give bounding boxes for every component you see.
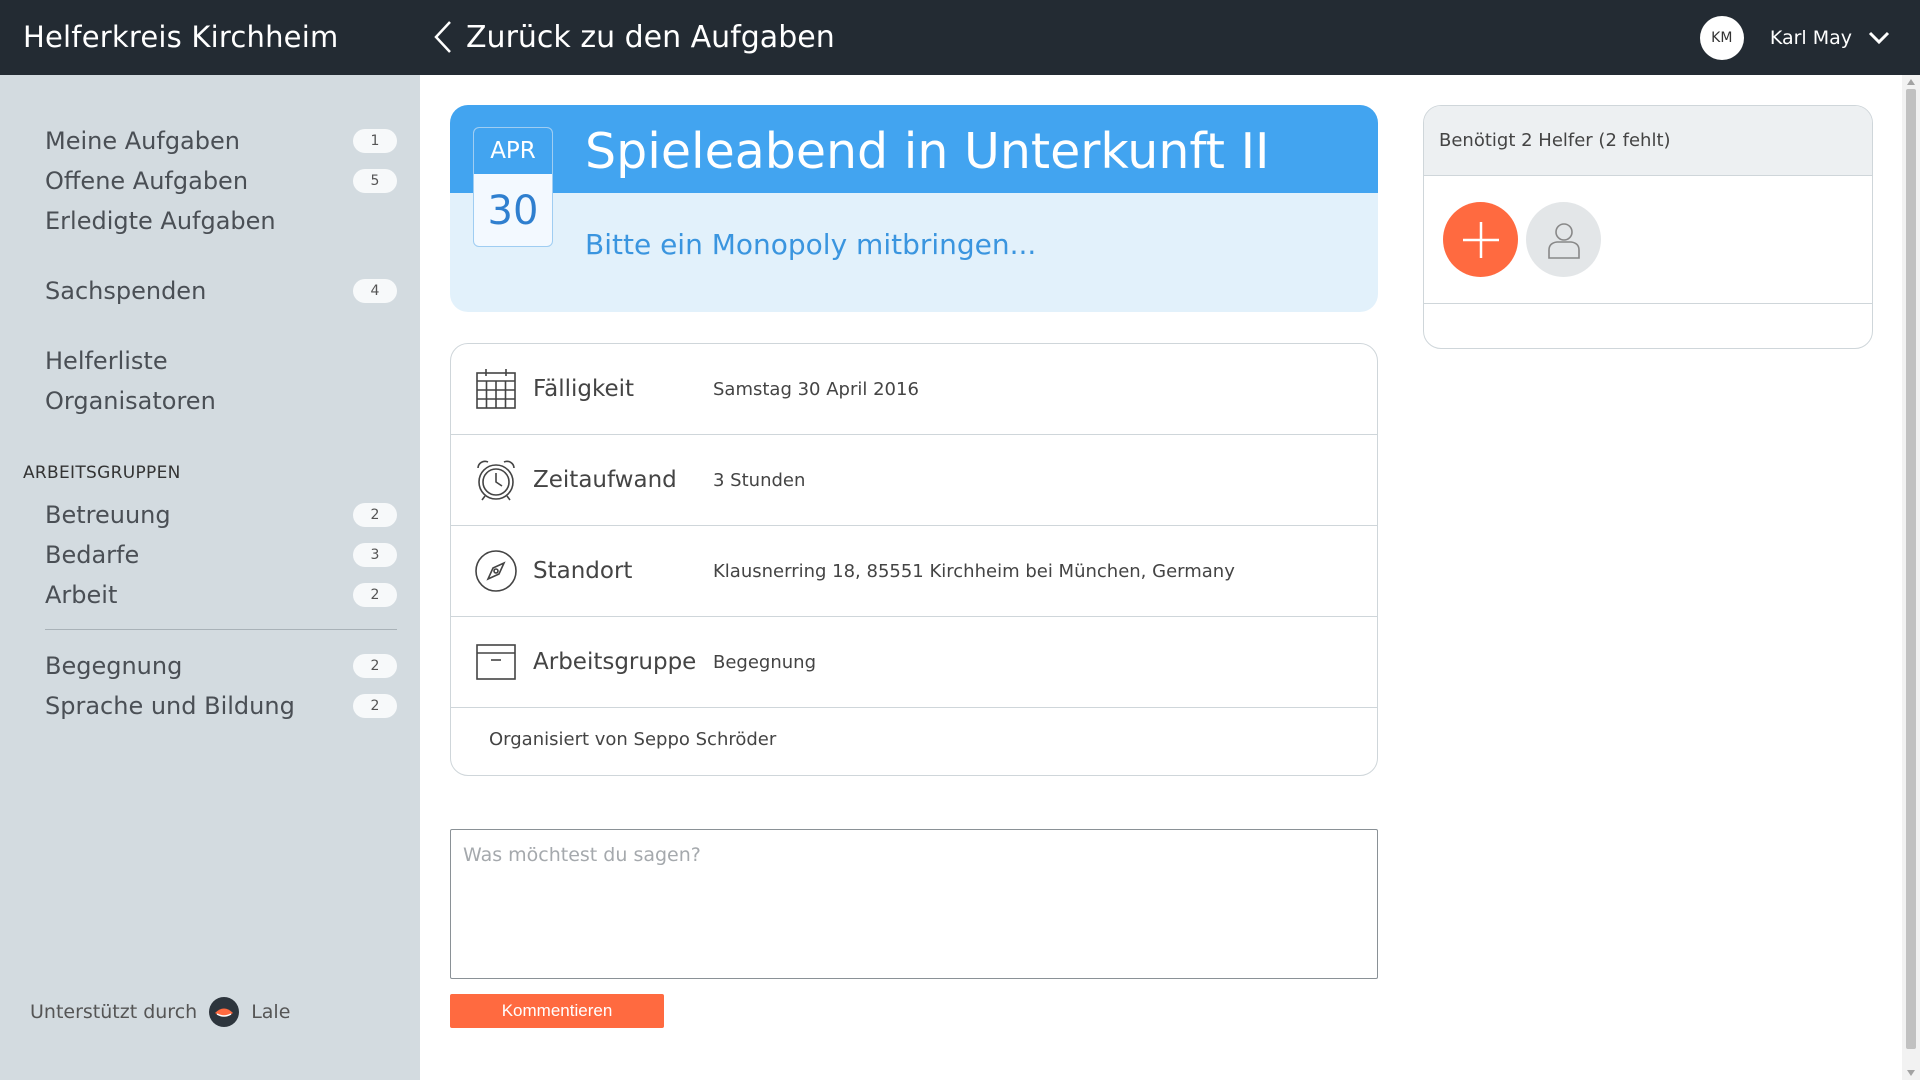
sidebar-item-begegnung[interactable]: Begegnung 2 <box>45 648 397 684</box>
count-badge: 1 <box>353 129 397 153</box>
powered-by-brand: Lale <box>251 1001 291 1023</box>
detail-label: Arbeitsgruppe <box>533 649 697 675</box>
task-description: Bitte ein Monopoly mitbringen... <box>585 228 1037 261</box>
chevron-left-icon <box>434 21 451 53</box>
date-tile: APR 30 <box>473 127 553 247</box>
user-name: Karl May <box>1769 27 1852 49</box>
page-scrollbar[interactable] <box>1902 75 1920 1080</box>
helpers-heading: Benötigt 2 Helfer (2 fehlt) <box>1424 106 1872 176</box>
detail-row-faelligkeit: Fälligkeit Samstag 30 April 2016 <box>451 344 1377 435</box>
count-badge: 4 <box>353 279 397 303</box>
organized-by: Organisiert von Seppo Schröder <box>489 729 777 750</box>
sidebar-item-label: Organisatoren <box>45 387 216 415</box>
sidebar-item-label: Bedarfe <box>45 541 140 569</box>
sidebar-item-label: Betreuung <box>45 501 171 529</box>
comment-input[interactable] <box>450 829 1378 979</box>
sidebar-item-label: Sachspenden <box>45 277 207 305</box>
count-badge: 2 <box>353 694 397 718</box>
task-header-card: APR 30 Spieleabend in Unterkunft II Bitt… <box>450 105 1378 312</box>
detail-label: Zeitaufwand <box>533 467 677 493</box>
compass-icon <box>474 549 518 593</box>
sidebar-item-bedarfe[interactable]: Bedarfe 3 <box>45 537 397 573</box>
scroll-down-arrow-icon[interactable] <box>1907 1070 1915 1076</box>
count-badge: 5 <box>353 169 397 193</box>
count-badge: 3 <box>353 543 397 567</box>
helpers-panel: Benötigt 2 Helfer (2 fehlt) <box>1423 105 1873 349</box>
task-details-card: Fälligkeit Samstag 30 April 2016 Zeitauf… <box>450 343 1378 776</box>
app-title[interactable]: Helferkreis Kirchheim <box>23 20 338 54</box>
plus-icon <box>1462 221 1499 258</box>
calendar-icon <box>474 367 518 411</box>
detail-value: Samstag 30 April 2016 <box>713 378 919 400</box>
scroll-up-arrow-icon[interactable] <box>1907 79 1915 85</box>
detail-row-standort: Standort Klausnerring 18, 85551 Kirchhei… <box>451 526 1377 617</box>
user-menu[interactable]: KM Karl May <box>1699 16 1890 60</box>
count-badge: 2 <box>353 503 397 527</box>
lale-logo-icon <box>209 997 240 1027</box>
powered-by-text: Unterstützt durch <box>30 1001 198 1023</box>
back-to-tasks-link[interactable]: Zurück zu den Aufgaben <box>432 19 835 55</box>
avatar: KM <box>1699 16 1744 60</box>
sidebar-item-label: Arbeit <box>45 581 118 609</box>
detail-value: 3 Stunden <box>713 469 806 491</box>
sidebar-item-label: Sprache und Bildung <box>45 692 295 720</box>
sidebar-item-sachspenden[interactable]: Sachspenden 4 <box>45 273 397 309</box>
section-title-arbeitsgruppen: ARBEITSGRUPPEN <box>23 463 181 483</box>
add-helper-button[interactable] <box>1443 202 1518 277</box>
task-title: Spieleabend in Unterkunft II <box>585 123 1270 180</box>
archive-box-icon <box>474 640 518 684</box>
date-day: 30 <box>487 188 539 234</box>
chevron-down-icon <box>1868 31 1890 45</box>
sidebar-divider <box>45 629 397 630</box>
sidebar-item-sprache-und-bildung[interactable]: Sprache und Bildung 2 <box>45 688 397 724</box>
sidebar-item-label: Meine Aufgaben <box>45 127 240 155</box>
sidebar-item-label: Erledigte Aufgaben <box>45 207 276 235</box>
sidebar-item-betreuung[interactable]: Betreuung 2 <box>45 497 397 533</box>
sidebar-item-organisatoren[interactable]: Organisatoren <box>45 383 397 419</box>
sidebar-item-meine-aufgaben[interactable]: Meine Aufgaben 1 <box>45 123 397 159</box>
detail-label: Fälligkeit <box>533 376 635 402</box>
count-badge: 2 <box>353 583 397 607</box>
sidebar-item-label: Helferliste <box>45 347 168 375</box>
comment-button[interactable]: Kommentieren <box>450 994 664 1028</box>
sidebar-item-arbeit[interactable]: Arbeit 2 <box>45 577 397 613</box>
sidebar-item-helferliste[interactable]: Helferliste <box>45 343 397 379</box>
sidebar-item-label: Offene Aufgaben <box>45 167 249 195</box>
powered-by[interactable]: Unterstützt durch Lale <box>30 997 290 1027</box>
empty-helper-slot <box>1526 202 1601 277</box>
helpers-slots <box>1424 176 1872 304</box>
detail-value[interactable]: Begegnung <box>713 652 816 673</box>
sidebar-item-erledigte-aufgaben[interactable]: Erledigte Aufgaben <box>45 203 397 239</box>
detail-value: Klausnerring 18, 85551 Kirchheim bei Mün… <box>713 560 1235 582</box>
detail-row-arbeitsgruppe: Arbeitsgruppe Begegnung <box>451 617 1377 708</box>
alarm-clock-icon <box>474 458 518 502</box>
top-bar: Helferkreis Kirchheim Zurück zu den Aufg… <box>0 0 1920 75</box>
user-placeholder-icon <box>1547 222 1580 259</box>
back-label: Zurück zu den Aufgaben <box>466 19 835 55</box>
count-badge: 2 <box>353 654 397 678</box>
sidebar-item-offene-aufgaben[interactable]: Offene Aufgaben 5 <box>45 163 397 199</box>
detail-label: Standort <box>533 558 633 584</box>
detail-row-zeitaufwand: Zeitaufwand 3 Stunden <box>451 435 1377 526</box>
sidebar-item-label: Begegnung <box>45 652 183 680</box>
date-month: APR <box>474 128 552 174</box>
scroll-thumb[interactable] <box>1906 89 1916 1049</box>
sidebar: Meine Aufgaben 1 Offene Aufgaben 5 Erled… <box>0 75 420 1080</box>
